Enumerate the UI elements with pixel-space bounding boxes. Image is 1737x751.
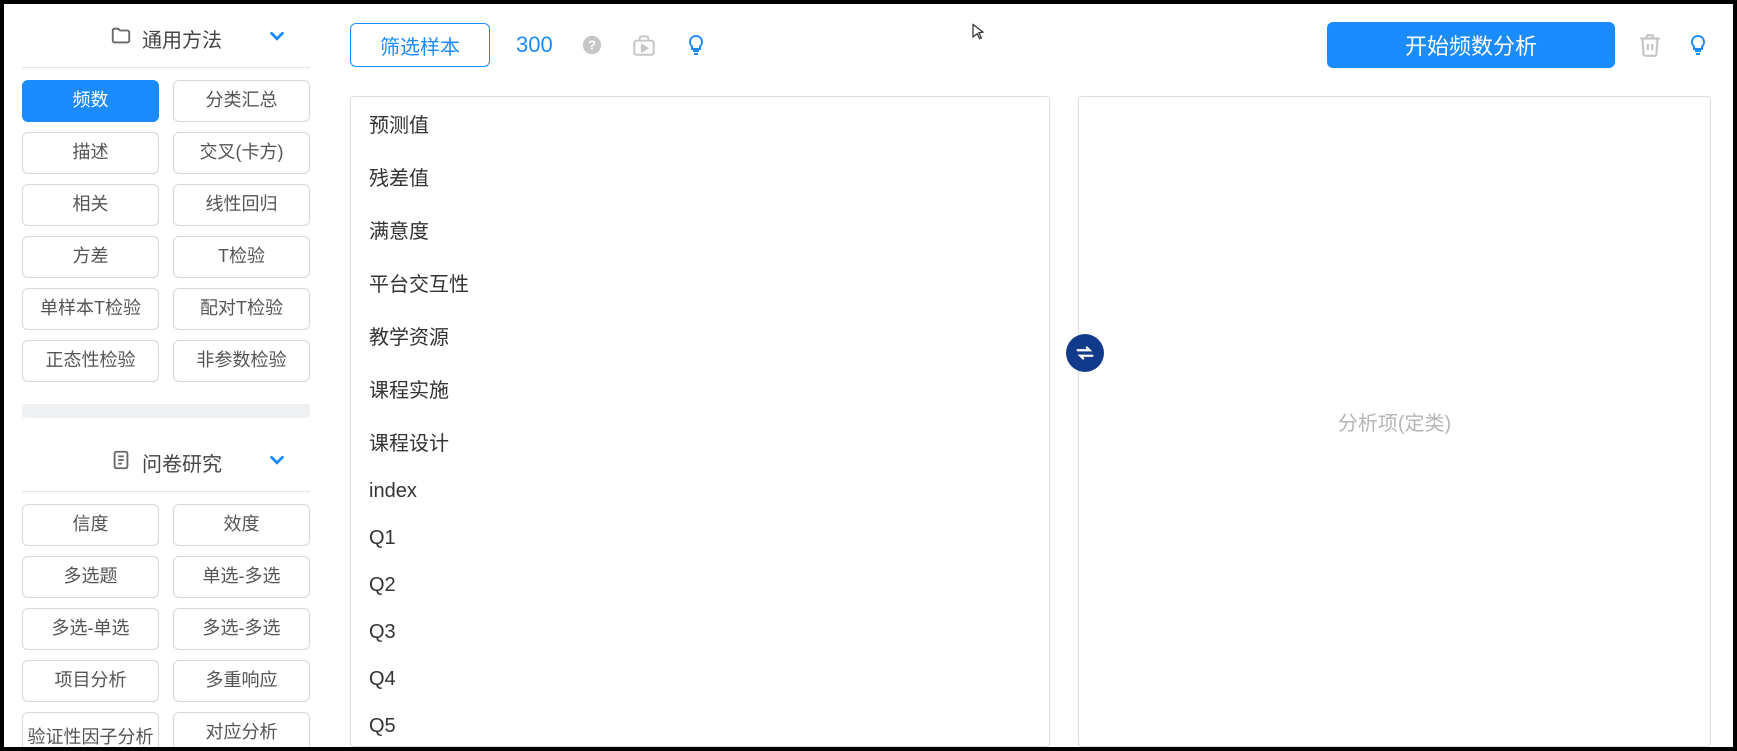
survey-icon	[110, 449, 132, 477]
variable-item[interactable]: 平台交互性	[351, 256, 1049, 309]
divider	[22, 491, 310, 492]
variable-item[interactable]: 满意度	[351, 203, 1049, 256]
target-panel[interactable]: 分析项(定类)	[1078, 96, 1711, 747]
method-button[interactable]: 正态性检验	[22, 340, 159, 382]
video-icon[interactable]	[631, 32, 657, 58]
variable-item[interactable]: index	[351, 468, 1049, 515]
variable-item[interactable]: Q2	[351, 562, 1049, 609]
method-button[interactable]: 多选-单选	[22, 608, 159, 650]
method-button[interactable]: 交叉(卡方)	[173, 132, 310, 174]
divider	[22, 67, 310, 68]
sidebar: 通用方法 频数分类汇总描述交叉(卡方) 相关线性回归方差 T检验单样本T检验配对T检…	[4, 4, 324, 747]
variable-item[interactable]: Q1	[351, 515, 1049, 562]
method-button[interactable]: 分类汇总	[173, 80, 310, 122]
run-analysis-button[interactable]: 开始频数分析	[1327, 22, 1615, 68]
swap-button[interactable]	[1066, 334, 1104, 372]
bulb-icon[interactable]	[1685, 32, 1711, 58]
section-footer-bar	[22, 404, 310, 418]
variable-item[interactable]: 残差值	[351, 150, 1049, 203]
method-button[interactable]: 多重响应	[173, 660, 310, 702]
method-button[interactable]: 相关	[22, 184, 159, 226]
method-button[interactable]: 描述	[22, 132, 159, 174]
main-area: 筛选样本 300 ? 开始频数分析 预测值残差值满意度平台交互性教学资源课程实施…	[324, 4, 1733, 747]
method-button[interactable]: 方差	[22, 236, 159, 278]
method-button[interactable]: 线性回归	[173, 184, 310, 226]
method-button[interactable]: 单选-多选	[173, 556, 310, 598]
method-button[interactable]: 多选-多选	[173, 608, 310, 650]
method-grid-survey: 信度效度多选题单选-多选多选-单选多选-多选项目分析多重响应验证性因子分析对应分…	[16, 504, 316, 747]
chevron-down-icon	[266, 25, 288, 53]
section-title: 问卷研究	[142, 448, 222, 477]
method-button[interactable]: 信度	[22, 504, 159, 546]
method-button[interactable]: 配对T检验	[173, 288, 310, 330]
method-button[interactable]: T检验	[173, 236, 310, 278]
svg-text:?: ?	[588, 38, 596, 53]
method-grid-general: 频数分类汇总描述交叉(卡方) 相关线性回归方差 T检验单样本T检验配对T检验正态性检…	[16, 80, 316, 400]
method-button[interactable]: 项目分析	[22, 660, 159, 702]
method-button[interactable]: 非参数检验	[173, 340, 310, 382]
filter-sample-button[interactable]: 筛选样本	[350, 23, 490, 67]
variable-item[interactable]: Q3	[351, 609, 1049, 656]
target-placeholder: 分析项(定类)	[1338, 407, 1451, 436]
variable-item[interactable]: 预测值	[351, 97, 1049, 150]
trash-icon[interactable]	[1637, 32, 1663, 58]
help-icon[interactable]: ?	[579, 32, 605, 58]
section-title: 通用方法	[142, 24, 222, 53]
method-button[interactable]: 效度	[173, 504, 310, 546]
variable-item[interactable]: Q5	[351, 703, 1049, 747]
folder-icon	[110, 25, 132, 53]
section-header-survey[interactable]: 问卷研究	[16, 438, 316, 491]
sample-count: 300	[516, 32, 553, 58]
panels: 预测值残差值满意度平台交互性教学资源课程实施课程设计indexQ1Q2Q3Q4Q…	[350, 96, 1711, 747]
method-button[interactable]: 单样本T检验	[22, 288, 159, 330]
method-button[interactable]: 验证性因子分析	[22, 712, 159, 747]
variable-item[interactable]: Q4	[351, 656, 1049, 703]
bulb-icon[interactable]	[683, 32, 709, 58]
variable-item[interactable]: 课程实施	[351, 362, 1049, 415]
variable-item[interactable]: 教学资源	[351, 309, 1049, 362]
method-button[interactable]: 对应分析	[173, 712, 310, 747]
section-header-general[interactable]: 通用方法	[16, 14, 316, 67]
chevron-down-icon	[266, 449, 288, 477]
method-button[interactable]: 频数	[22, 80, 159, 122]
toolbar: 筛选样本 300 ? 开始频数分析	[350, 22, 1711, 68]
variable-list[interactable]: 预测值残差值满意度平台交互性教学资源课程实施课程设计indexQ1Q2Q3Q4Q…	[350, 96, 1050, 747]
method-button[interactable]: 多选题	[22, 556, 159, 598]
variable-item[interactable]: 课程设计	[351, 415, 1049, 468]
